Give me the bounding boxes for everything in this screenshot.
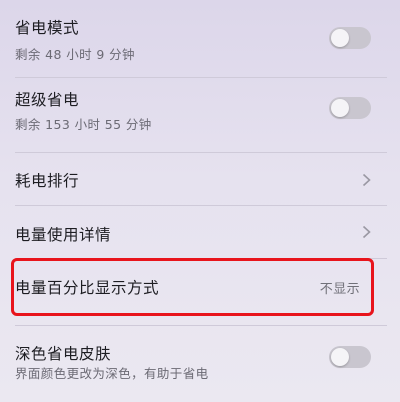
ultra-power-saving-row[interactable]: 超级省电 剩余 153 小时 55 分钟 xyxy=(0,78,400,153)
power-saving-mode-remaining: 剩余 48 小时 9 分钟 xyxy=(15,47,135,62)
ultra-power-saving-remaining: 剩余 153 小时 55 分钟 xyxy=(15,117,152,132)
dark-power-saving-theme-row[interactable]: 深色省电皮肤 界面颜色更改为深色，有助于省电 xyxy=(0,326,400,402)
power-consumption-ranking-title: 耗电排行 xyxy=(15,172,80,190)
dark-power-saving-theme-toggle[interactable] xyxy=(329,346,371,368)
chevron-right-icon xyxy=(362,173,371,187)
toggle-knob xyxy=(331,348,349,366)
ultra-power-saving-toggle[interactable] xyxy=(329,97,371,119)
toggle-knob xyxy=(331,99,349,117)
power-saving-mode-toggle[interactable] xyxy=(329,27,371,49)
dark-power-saving-theme-title: 深色省电皮肤 xyxy=(15,345,112,363)
power-saving-mode-row[interactable]: 省电模式 剩余 48 小时 9 分钟 xyxy=(0,0,400,78)
battery-usage-details-row[interactable]: 电量使用详情 xyxy=(0,206,400,258)
battery-settings-list: 省电模式 剩余 48 小时 9 分钟 超级省电 剩余 153 小时 55 分钟 … xyxy=(0,0,400,402)
ultra-power-saving-title: 超级省电 xyxy=(15,91,80,109)
chevron-right-icon xyxy=(362,225,371,239)
battery-usage-details-title: 电量使用详情 xyxy=(15,226,112,244)
toggle-knob xyxy=(331,29,349,47)
power-consumption-ranking-row[interactable]: 耗电排行 xyxy=(0,153,400,205)
dark-power-saving-theme-description: 界面颜色更改为深色，有助于省电 xyxy=(15,366,209,381)
power-saving-mode-title: 省电模式 xyxy=(15,19,80,37)
highlight-box xyxy=(11,258,374,316)
